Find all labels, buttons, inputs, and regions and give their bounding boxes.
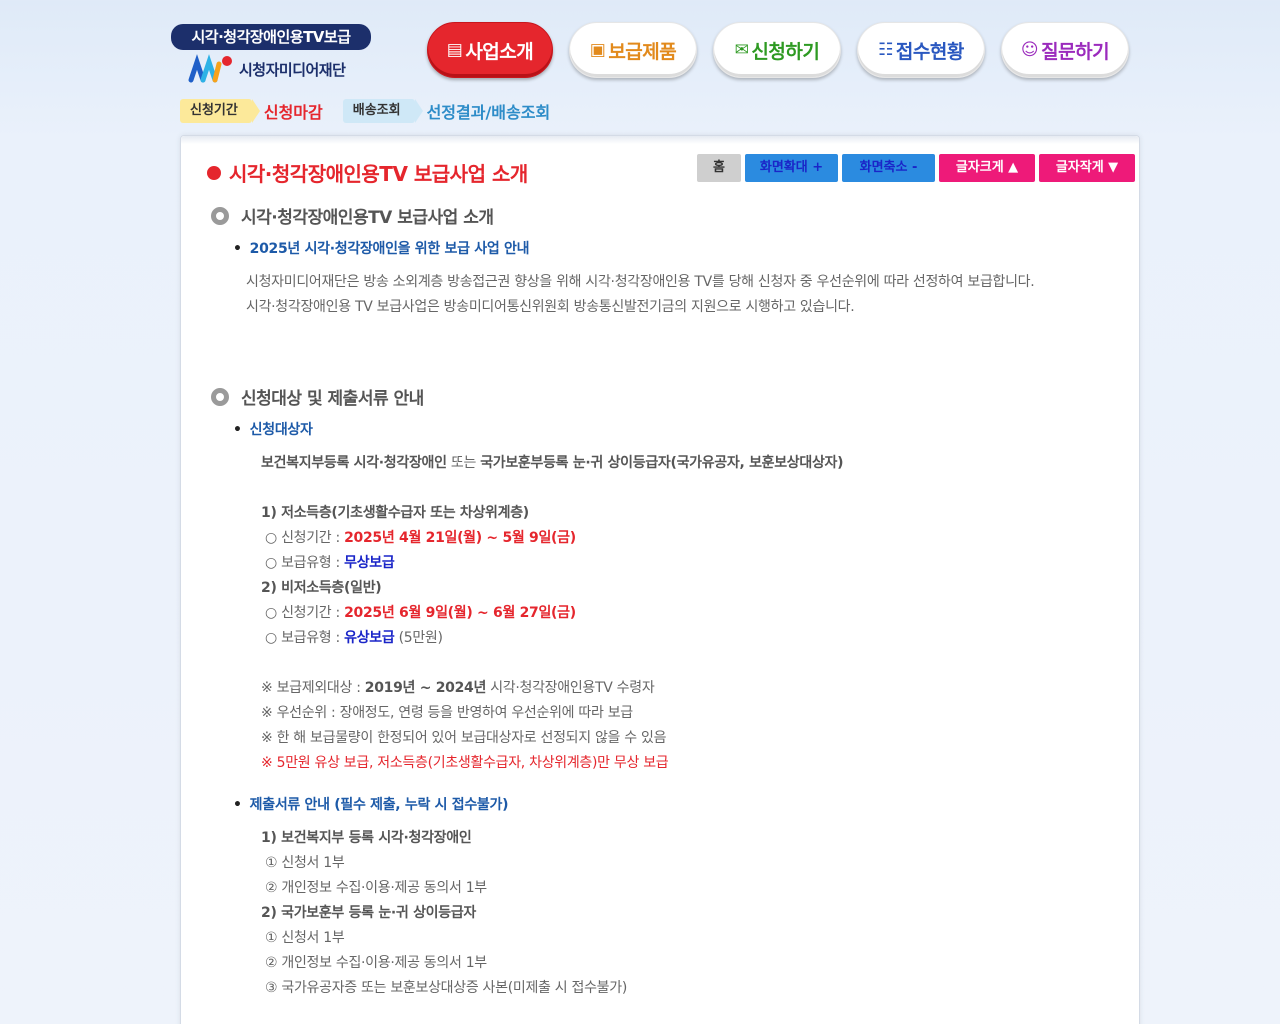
- content-panel: 시각·청각장애인용TV 보급사업 소개 홈 화면확대 + 화면축소 - 글자크게…: [180, 135, 1140, 1024]
- period-tag: 신청기간: [180, 99, 260, 123]
- site-logo[interactable]: 시각·청각장애인용TV보급 시청자미디어재단: [171, 24, 371, 86]
- red-dot-icon: [207, 165, 221, 180]
- period-status: 신청마감: [263, 103, 323, 122]
- docs-group1-item: ① 신청서 1부: [265, 855, 345, 871]
- bullet-heading-2025: 2025년 시각·청각장애인을 위한 보급 사업 안내: [233, 238, 530, 258]
- note-exclusion: ※ 보급제외대상 : 2019년 ~ 2024년 시각·청각장애인용TV 수령자: [261, 680, 655, 696]
- delivery-tag: 배송조회: [342, 99, 423, 123]
- nav-faq[interactable]: ☺ 질문하기: [1001, 22, 1129, 78]
- intro-line-1: 시청자미디어재단은 방송 소외계층 방송접근권 향상을 위해 시각·청각장애인용…: [246, 274, 1035, 290]
- nav-status[interactable]: ☷ 접수현황: [857, 22, 985, 78]
- bullet-heading-applicants: 신청대상자: [233, 419, 313, 439]
- note-limited: ※ 한 해 보급물량이 한정되어 있어 보급대상자로 선정되지 않을 수 있음: [261, 730, 667, 746]
- home-button[interactable]: 홈: [697, 154, 741, 182]
- intro-line-2: 시각·청각장애인용 TV 보급사업은 방송미디어통신위원회 방송통신발전기금의 …: [246, 299, 855, 315]
- target-description: 보건복지부등록 시각·청각장애인 또는 국가보훈부등록 눈·귀 상이등급자(국가…: [261, 455, 844, 471]
- font-smaller-button[interactable]: 글자작게 ▼: [1039, 154, 1135, 182]
- main-nav: ▤ 사업소개 ▣ 보급제품 ✉ 신청하기 ☷ 접수현황 ☺ 질문하기: [427, 22, 1145, 78]
- chat-icon: ☺: [1020, 40, 1039, 60]
- docs-group2-title: 2) 국가보훈부 등록 눈·귀 상이등급자: [261, 905, 476, 921]
- note-paid: ※ 5만원 유상 보급, 저소득층(기초생활수급자, 차상위계층)만 무상 보급: [261, 755, 669, 771]
- docs-group2-item: ③ 국가유공자증 또는 보훈보상대상증 사본(미제출 시 접수불가): [265, 980, 627, 996]
- list-icon: ☷: [878, 40, 893, 60]
- nav-products[interactable]: ▣ 보급제품: [569, 22, 697, 78]
- docs-group2-item: ① 신청서 1부: [265, 930, 345, 946]
- group1-type: ○ 보급유형 : 무상보급: [265, 555, 395, 571]
- zoom-out-button[interactable]: 화면축소 -: [842, 154, 935, 182]
- page-title: 시각·청각장애인용TV 보급사업 소개: [207, 158, 528, 187]
- logo-tagline: 시각·청각장애인용TV보급: [171, 24, 371, 50]
- group1-period: ○ 신청기간 : 2025년 4월 21일(월) ~ 5월 9일(금): [265, 530, 576, 546]
- group2-title: 2) 비저소득층(일반): [261, 580, 382, 596]
- ring-bullet-icon: [211, 387, 229, 406]
- docs-group1-title: 1) 보건복지부 등록 시각·청각장애인: [261, 830, 472, 846]
- ring-bullet-icon: [211, 206, 229, 225]
- section-heading-eligibility: 신청대상 및 제출서류 안내: [211, 384, 424, 409]
- note-priority: ※ 우선순위 : 장애정도, 연령 등을 반영하여 우선순위에 따라 보급: [261, 705, 633, 721]
- zoom-in-button[interactable]: 화면확대 +: [745, 154, 838, 182]
- nav-business-intro[interactable]: ▤ 사업소개: [427, 22, 553, 78]
- foundation-name: 시청자미디어재단: [239, 60, 346, 79]
- group1-title: 1) 저소득층(기초생활수급자 또는 차상위계층): [261, 505, 529, 521]
- status-bar: 신청기간 신청마감 배송조회 선정결과/배송조회: [180, 99, 570, 123]
- mail-icon: ✉: [734, 40, 749, 60]
- bullet-heading-documents: 제출서류 안내 (필수 제출, 누락 시 접수불가): [233, 794, 509, 814]
- tv-icon: ▣: [589, 40, 606, 60]
- delivery-link[interactable]: 선정결과/배송조회: [427, 99, 551, 123]
- group2-type: ○ 보급유형 : 유상보급 (5만원): [265, 630, 443, 646]
- section-heading-intro: 시각·청각장애인용TV 보급사업 소개: [211, 203, 494, 228]
- group2-period: ○ 신청기간 : 2025년 6월 9일(월) ~ 6월 27일(금): [265, 605, 576, 621]
- docs-group1-item: ② 개인정보 수집·이용·제공 동의서 1부: [265, 880, 487, 896]
- font-larger-button[interactable]: 글자크게 ▲: [939, 154, 1035, 182]
- document-icon: ▤: [446, 40, 463, 60]
- toolbar: 홈 화면확대 + 화면축소 - 글자크게 ▲ 글자작게 ▼: [693, 154, 1135, 182]
- nav-apply[interactable]: ✉ 신청하기: [713, 22, 841, 78]
- foundation-logo-icon: [188, 54, 232, 83]
- docs-group2-item: ② 개인정보 수집·이용·제공 동의서 1부: [265, 955, 487, 971]
